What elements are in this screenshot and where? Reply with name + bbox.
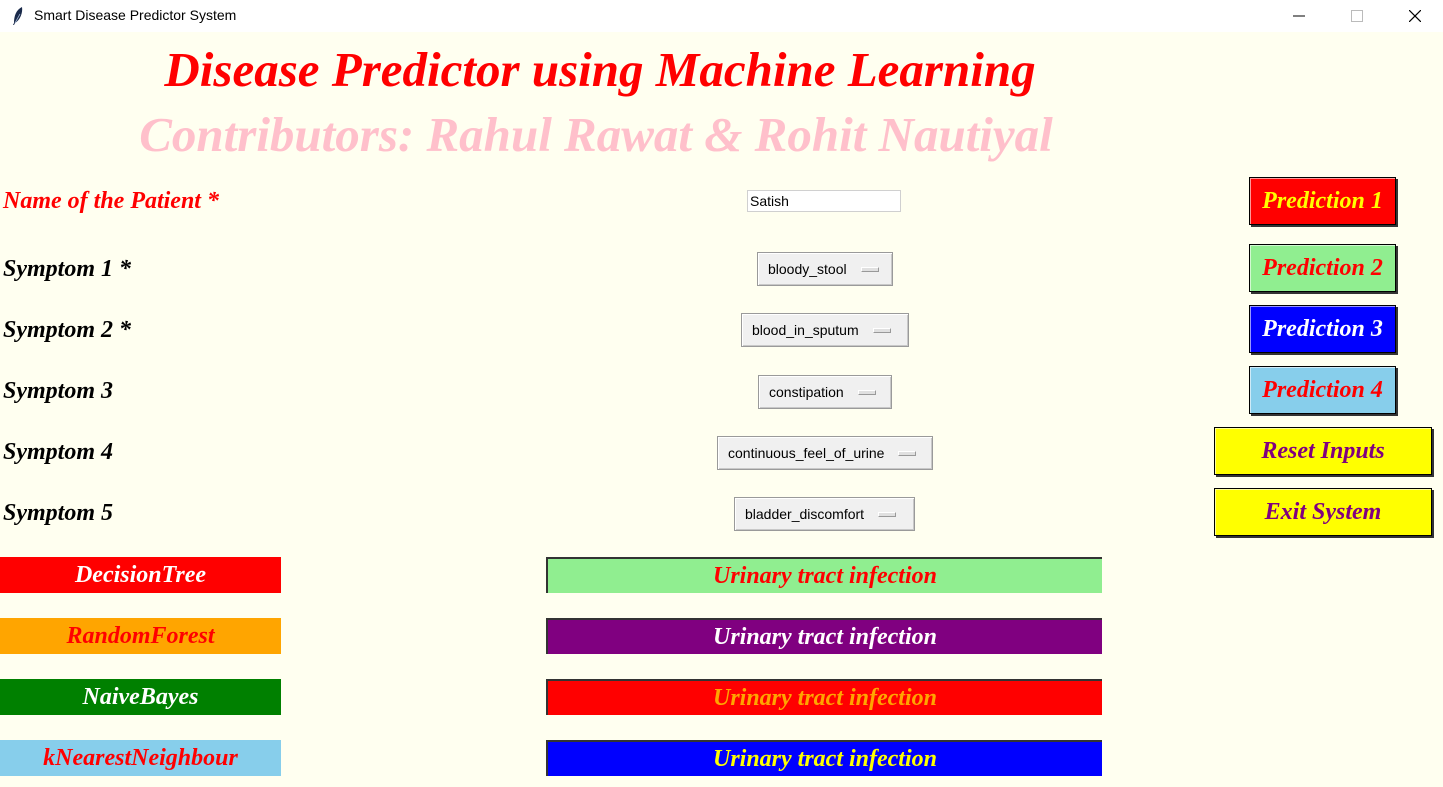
prediction4-button[interactable]: Prediction 4 <box>1249 366 1396 414</box>
window-title: Smart Disease Predictor System <box>34 7 237 23</box>
decision-tree-result: Urinary tract infection <box>546 557 1102 593</box>
prediction1-button[interactable]: Prediction 1 <box>1249 177 1396 225</box>
symptom1-value: bloody_stool <box>768 261 847 277</box>
knn-result: Urinary tract infection <box>546 740 1102 776</box>
feather-icon <box>13 7 23 25</box>
symptom3-label: Symptom 3 <box>3 378 114 404</box>
symptom4-label: Symptom 4 <box>3 439 114 465</box>
dropdown-indicator-icon <box>878 511 897 517</box>
minimize-icon <box>1293 15 1305 17</box>
symptom3-select[interactable]: constipation <box>758 375 892 409</box>
symptom1-label: Symptom 1 * <box>3 256 132 282</box>
page-title: Disease Predictor using Machine Learning <box>164 42 1036 97</box>
dropdown-indicator-icon <box>898 450 917 456</box>
dropdown-indicator-icon <box>872 327 891 333</box>
naive-bayes-label: NaiveBayes <box>0 679 281 715</box>
prediction2-button[interactable]: Prediction 2 <box>1249 244 1396 292</box>
close-icon <box>1409 10 1421 22</box>
random-forest-label: RandomForest <box>0 618 281 654</box>
prediction3-button[interactable]: Prediction 3 <box>1249 305 1396 353</box>
maximize-icon <box>1351 10 1363 22</box>
symptom4-select[interactable]: continuous_feel_of_urine <box>717 436 933 470</box>
symptom2-select[interactable]: blood_in_sputum <box>741 313 909 347</box>
dropdown-indicator-icon <box>860 266 879 272</box>
symptom5-value: bladder_discomfort <box>745 506 865 522</box>
symptom4-value: continuous_feel_of_urine <box>728 445 885 461</box>
symptom3-value: constipation <box>769 384 844 400</box>
dropdown-indicator-icon <box>857 389 876 395</box>
reset-inputs-button[interactable]: Reset Inputs <box>1214 427 1432 475</box>
maximize-button[interactable] <box>1328 0 1386 32</box>
contributors-label: Contributors: Rahul Rawat & Rohit Nautiy… <box>139 107 1053 162</box>
random-forest-result: Urinary tract infection <box>546 618 1102 654</box>
exit-system-button[interactable]: Exit System <box>1214 488 1432 536</box>
knn-label: kNearestNeighbour <box>0 740 281 776</box>
symptom1-select[interactable]: bloody_stool <box>757 252 893 286</box>
decision-tree-label: DecisionTree <box>0 557 281 593</box>
symptom2-value: blood_in_sputum <box>752 322 859 338</box>
minimize-button[interactable] <box>1270 0 1328 32</box>
naive-bayes-result: Urinary tract infection <box>546 679 1102 715</box>
close-button[interactable] <box>1386 0 1443 32</box>
patient-name-input[interactable] <box>747 190 901 212</box>
patient-name-label: Name of the Patient * <box>3 188 219 214</box>
symptom5-label: Symptom 5 <box>3 500 114 526</box>
symptom5-select[interactable]: bladder_discomfort <box>734 497 915 531</box>
symptom2-label: Symptom 2 * <box>3 317 132 343</box>
